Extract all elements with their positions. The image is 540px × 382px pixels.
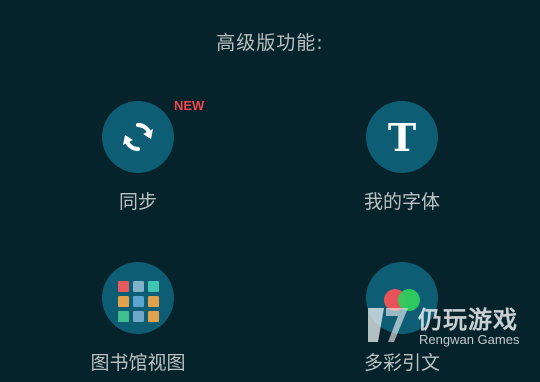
sync-icon-circle[interactable] [102,101,174,173]
new-badge: NEW [174,98,205,113]
watermark-logo-icon [368,308,408,342]
feature-my-fonts[interactable]: T 我的字体 [302,101,502,221]
font-icon-circle[interactable]: T [366,101,438,173]
premium-features-screen: 高级版功能: 同步 NEW T 我的字体 图书馆视图 多彩引文 仍玩游戏 Ren… [0,0,540,374]
watermark: 仍玩游戏 Rengwan Games [364,300,534,350]
feature-label-colorful-quotes: 多彩引文 [363,352,440,374]
feature-library-view[interactable]: 图书馆视图 [38,262,238,382]
font-t-icon: T [387,115,417,160]
watermark-brand: 仍玩游戏 [418,306,518,334]
watermark-sub: Rengwan Games [419,332,520,347]
feature-label-my-fonts: 我的字体 [363,191,440,213]
library-grid-icon [117,280,159,322]
feature-sync[interactable]: 同步 [38,101,238,221]
feature-label-sync: 同步 [118,191,157,213]
section-title: 高级版功能: [216,32,324,54]
sync-icon [123,122,153,152]
feature-label-library-view: 图书馆视图 [90,352,186,374]
library-icon-circle[interactable] [102,262,174,334]
